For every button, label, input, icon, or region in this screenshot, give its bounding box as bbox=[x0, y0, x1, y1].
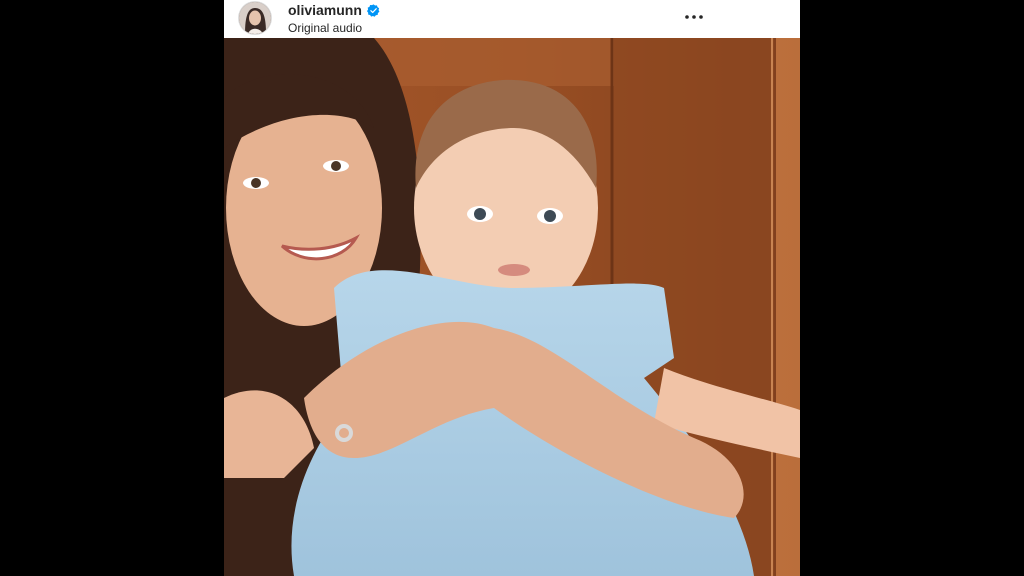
video-frame bbox=[224, 38, 800, 576]
post-media[interactable] bbox=[224, 38, 800, 576]
more-horizontal-icon bbox=[685, 15, 703, 19]
post-header: oliviamunn Original audio bbox=[224, 0, 800, 38]
profile-avatar[interactable] bbox=[239, 2, 271, 34]
avatar-image bbox=[239, 2, 271, 34]
instagram-post: oliviamunn Original audio bbox=[224, 0, 800, 576]
audio-label[interactable]: Original audio bbox=[288, 21, 362, 35]
verified-badge-icon bbox=[366, 3, 380, 17]
username-link[interactable]: oliviamunn bbox=[288, 2, 362, 18]
username-row: oliviamunn bbox=[288, 2, 380, 18]
more-options-button[interactable] bbox=[682, 6, 706, 28]
